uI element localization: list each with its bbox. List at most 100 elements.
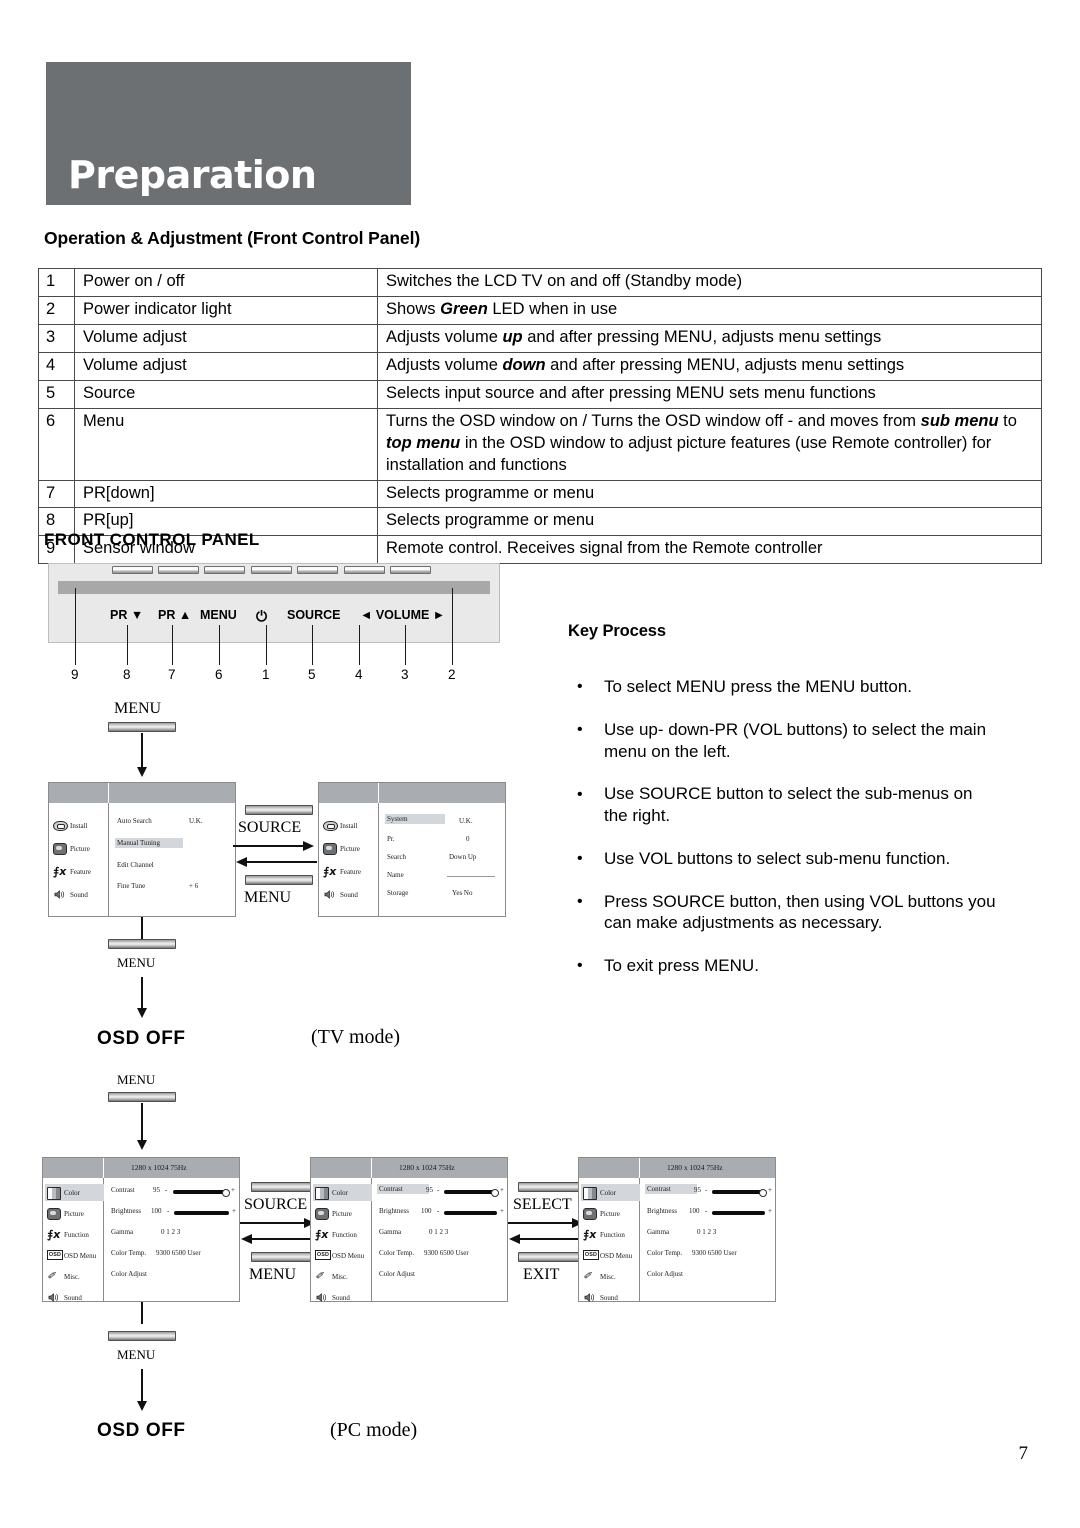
- osd-sidebar-item-picture[interactable]: Picture: [313, 1205, 372, 1222]
- osd-sidebar-item-misc[interactable]: ✐ Misc.: [45, 1268, 104, 1285]
- osd-sidebar-item-osd-menu[interactable]: OSD OSD Menu: [581, 1247, 640, 1264]
- pc-flow-menu-button-mid[interactable]: [251, 1252, 319, 1262]
- osd-sidebar-item-color[interactable]: Color: [313, 1184, 372, 1201]
- osd-sidebar-item-function[interactable]: ⨎x Function: [581, 1226, 640, 1243]
- osd-contrast-minus[interactable]: -: [705, 1186, 707, 1194]
- osd-sidebar-item-function[interactable]: ⨎x Function: [45, 1226, 104, 1243]
- tv-flow-arrow-left-head: [236, 857, 247, 867]
- osd-gamma-options[interactable]: 0 1 2 3: [429, 1228, 448, 1236]
- osd-row-color-temp[interactable]: Color Temp.: [647, 1249, 682, 1257]
- osd-color-temp-options[interactable]: 9300 6500 User: [692, 1249, 737, 1257]
- osd-sidebar-item-osd-menu[interactable]: OSD OSD Menu: [313, 1247, 372, 1264]
- osd-sidebar-item-sound[interactable]: Sound: [321, 886, 377, 903]
- panel-key-pr-up[interactable]: [158, 566, 199, 574]
- panel-key-volume-up[interactable]: [390, 566, 431, 574]
- osd-sidebar-item-sound[interactable]: Sound: [313, 1289, 372, 1306]
- osd-gamma-options[interactable]: 0 1 2 3: [697, 1228, 716, 1236]
- osd-sidebar-item-sound[interactable]: Sound: [581, 1289, 640, 1306]
- pc-flow-select-button[interactable]: [518, 1182, 586, 1192]
- osd-sidebar-item-misc[interactable]: ✐ Misc.: [581, 1268, 640, 1285]
- osd-row-contrast[interactable]: Contrast: [111, 1186, 135, 1194]
- osd-sidebar-item-install[interactable]: Install: [51, 817, 107, 834]
- panel-key-source[interactable]: [297, 566, 338, 574]
- osd-row-gamma[interactable]: Gamma: [647, 1228, 669, 1236]
- osd-row-gamma[interactable]: Gamma: [111, 1228, 133, 1236]
- tv-flow-menu-button-mid[interactable]: [245, 875, 313, 885]
- osd-row-contrast[interactable]: Contrast: [377, 1184, 429, 1194]
- osd-sidebar-item-picture[interactable]: Picture: [321, 840, 377, 857]
- osd-row-pr[interactable]: Pr.: [387, 835, 395, 843]
- osd-sidebar-item-feature[interactable]: ⨎x Feature: [321, 863, 377, 880]
- osd-row-color-temp[interactable]: Color Temp.: [379, 1249, 414, 1257]
- osd-row-contrast[interactable]: Contrast: [645, 1184, 697, 1194]
- osd-sidebar-item-picture[interactable]: Picture: [45, 1205, 104, 1222]
- osd-value-system: U.K.: [459, 817, 473, 825]
- osd-contrast-plus[interactable]: +: [231, 1186, 235, 1194]
- osd-brightness-plus[interactable]: +: [768, 1207, 772, 1215]
- osd-row-brightness[interactable]: Brightness: [379, 1207, 409, 1215]
- osd-sidebar-item-sound[interactable]: Sound: [51, 886, 107, 903]
- osd-color-temp-options[interactable]: 9300 6500 User: [156, 1249, 201, 1257]
- table-row: 5 Source Selects input source and after …: [38, 379, 1042, 409]
- panel-key-menu[interactable]: [204, 566, 245, 574]
- osd-brightness-slider[interactable]: [712, 1211, 765, 1215]
- osd-color-temp-options[interactable]: 9300 6500 User: [424, 1249, 469, 1257]
- osd-row-fine-tune[interactable]: Fine Tune: [117, 882, 145, 890]
- osd-row-brightness[interactable]: Brightness: [111, 1207, 141, 1215]
- osd-contrast-knob[interactable]: [491, 1189, 499, 1197]
- osd-brightness-minus[interactable]: -: [437, 1207, 439, 1215]
- osd-sidebar-item-feature[interactable]: ⨎x Feature: [51, 863, 107, 880]
- panel-key-power[interactable]: [251, 566, 292, 574]
- osd-contrast-slider[interactable]: [173, 1190, 225, 1194]
- osd-row-storage[interactable]: Storage: [387, 889, 408, 897]
- osd-sidebar-item-color[interactable]: Color: [45, 1184, 104, 1201]
- osd-contrast-minus[interactable]: -: [165, 1186, 167, 1194]
- osd-row-manual-tuning[interactable]: Manual Tuning: [115, 838, 183, 848]
- osd-sidebar-item-osd-menu[interactable]: OSD OSD Menu: [45, 1247, 104, 1264]
- osd-contrast-knob[interactable]: [222, 1189, 230, 1197]
- panel-key-pr-down[interactable]: [112, 566, 153, 574]
- osd-row-color-adjust[interactable]: Color Adjust: [379, 1270, 415, 1278]
- osd-brightness-slider[interactable]: [174, 1211, 229, 1215]
- osd-contrast-slider[interactable]: [444, 1190, 494, 1194]
- osd-sidebar-item-picture[interactable]: Picture: [581, 1205, 640, 1222]
- osd-row-system[interactable]: System: [385, 814, 445, 824]
- pc-flow-source-button[interactable]: [251, 1182, 319, 1192]
- osd-sidebar-item-picture[interactable]: Picture: [51, 840, 107, 857]
- osd-row-auto-search[interactable]: Auto Search: [117, 817, 152, 825]
- osd-row-search[interactable]: Search: [387, 853, 406, 861]
- osd-brightness-plus[interactable]: +: [500, 1207, 504, 1215]
- osd-contrast-plus[interactable]: +: [500, 1186, 504, 1194]
- row-number: 3: [38, 323, 75, 353]
- osd-row-edit-channel[interactable]: Edit Channel: [117, 861, 154, 869]
- osd-sidebar-item-sound[interactable]: Sound: [45, 1289, 104, 1306]
- osd-row-color-temp[interactable]: Color Temp.: [111, 1249, 146, 1257]
- tv-flow-menu-button-top[interactable]: [108, 722, 176, 732]
- osd-row-name[interactable]: Name: [387, 871, 404, 879]
- panel-key-volume-down[interactable]: [344, 566, 385, 574]
- osd-brightness-plus[interactable]: +: [232, 1207, 236, 1215]
- osd-sidebar-label: Color: [600, 1188, 616, 1197]
- osd-contrast-minus[interactable]: -: [437, 1186, 439, 1194]
- osd-row-color-adjust[interactable]: Color Adjust: [111, 1270, 147, 1278]
- osd-brightness-minus[interactable]: -: [167, 1207, 169, 1215]
- osd-row-brightness[interactable]: Brightness: [647, 1207, 677, 1215]
- osd-row-gamma[interactable]: Gamma: [379, 1228, 401, 1236]
- osd-contrast-slider[interactable]: [712, 1190, 762, 1194]
- osd-gamma-options[interactable]: 0 1 2 3: [161, 1228, 180, 1236]
- callout-number-8: 8: [123, 667, 131, 682]
- osd-brightness-minus[interactable]: -: [705, 1207, 707, 1215]
- osd-contrast-plus[interactable]: +: [768, 1186, 772, 1194]
- osd-row-color-adjust[interactable]: Color Adjust: [647, 1270, 683, 1278]
- osd-brightness-slider[interactable]: [444, 1211, 497, 1215]
- tv-flow-menu-button-bottom[interactable]: [108, 939, 176, 949]
- pc-flow-menu-button-top[interactable]: [108, 1092, 176, 1102]
- tv-flow-source-button[interactable]: [245, 805, 313, 815]
- pc-flow-exit-button[interactable]: [518, 1252, 586, 1262]
- osd-contrast-knob[interactable]: [759, 1189, 767, 1197]
- osd-sidebar-item-function[interactable]: ⨎x Function: [313, 1226, 372, 1243]
- osd-sidebar-item-color[interactable]: Color: [581, 1184, 640, 1201]
- osd-sidebar-item-install[interactable]: Install: [321, 817, 377, 834]
- osd-sidebar-item-misc[interactable]: ✐ Misc.: [313, 1268, 372, 1285]
- pc-flow-menu-button-bottom[interactable]: [108, 1331, 176, 1341]
